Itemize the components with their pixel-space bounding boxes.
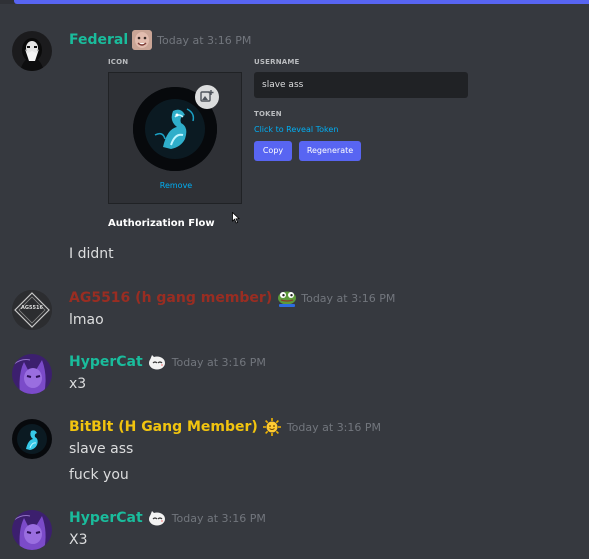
username-input[interactable]: slave ass (254, 72, 468, 98)
message: HyperCat Today at 3:16 PM X3 (0, 506, 589, 556)
pepe-emoji-icon (276, 288, 297, 308)
token-label: TOKEN (254, 110, 282, 118)
message-text: I didnt (69, 246, 114, 262)
authorization-flow-heading: Authorization Flow (108, 218, 215, 229)
regenerate-button[interactable]: Regenerate (299, 141, 361, 161)
message-text: X3 (69, 532, 88, 548)
message-text: fuck you (69, 467, 129, 483)
message: Federal Today at 3:16 PM ICON Remove USE… (0, 0, 589, 275)
embedded-screenshot: ICON Remove USERNAME slave ass TOKEN Cli… (100, 52, 480, 234)
timestamp: Today at 3:16 PM (301, 291, 396, 305)
avatar[interactable]: AG5516 (12, 290, 52, 330)
author-name[interactable]: AG5516 (h gang member) (69, 290, 272, 306)
message-text: lmao (69, 312, 104, 328)
copy-button[interactable]: Copy (254, 141, 292, 161)
avatar[interactable] (12, 419, 52, 459)
face-emoji-icon (132, 30, 153, 50)
cat-emoji-icon (147, 508, 167, 528)
message: BitBlt (H Gang Member) Today at 3:16 PM … (0, 415, 589, 490)
author-name[interactable]: HyperCat (69, 354, 143, 370)
avatar[interactable] (12, 31, 52, 71)
avatar-text: AG5516 (21, 305, 43, 311)
timestamp: Today at 3:16 PM (286, 420, 382, 434)
message-text: x3 (69, 376, 87, 392)
message-text: slave ass (69, 441, 134, 457)
author-name[interactable]: BitBlt (H Gang Member) (69, 419, 258, 435)
timestamp: Today at 3:16 PM (171, 511, 266, 525)
message: HyperCat Today at 3:16 PM x3 (0, 350, 589, 398)
avatar[interactable] (12, 510, 52, 550)
remove-link[interactable]: Remove (109, 181, 243, 190)
icon-label: ICON (108, 58, 129, 66)
author-name[interactable]: Federal (69, 32, 128, 48)
add-image-icon[interactable] (195, 85, 219, 109)
mouse-cursor-icon (232, 212, 240, 224)
username-label: USERNAME (254, 58, 300, 66)
timestamp: Today at 3:16 PM (157, 33, 252, 47)
sun-emoji-icon (262, 417, 282, 437)
reveal-token-link[interactable]: Click to Reveal Token (254, 125, 338, 134)
icon-upload-box[interactable]: Remove (108, 72, 242, 204)
cat-emoji-icon (147, 352, 167, 372)
timestamp: Today at 3:16 PM (171, 355, 266, 369)
avatar[interactable] (12, 354, 52, 394)
author-name[interactable]: HyperCat (69, 510, 143, 526)
message: AG5516 AG5516 (h gang member) Today at 3… (0, 286, 589, 334)
